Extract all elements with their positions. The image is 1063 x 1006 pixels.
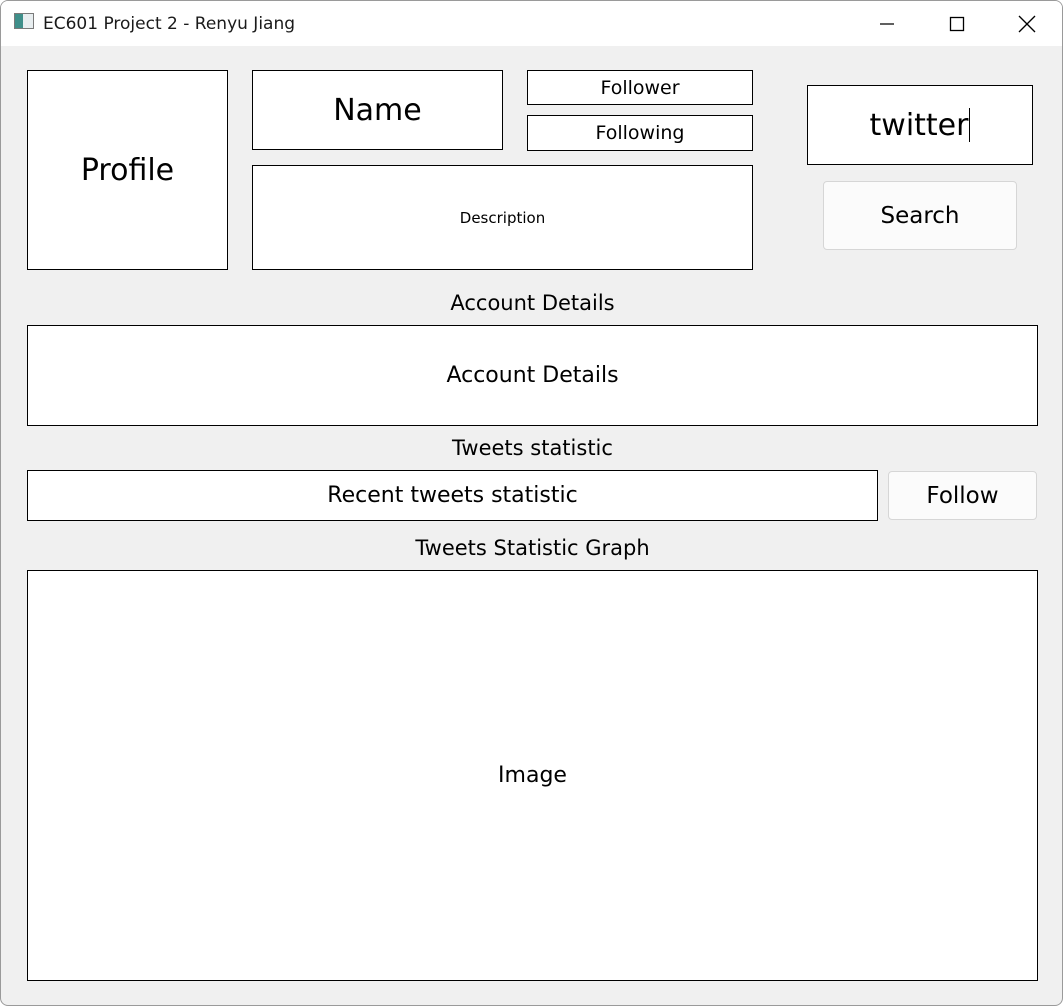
maximize-button[interactable]	[922, 1, 992, 46]
maximize-icon	[949, 16, 965, 31]
account-details-box: Account Details	[27, 325, 1038, 426]
text-caret	[969, 108, 971, 142]
tweets-graph-image: Image	[27, 570, 1038, 981]
profile-name: Name	[252, 70, 503, 150]
account-details-heading: Account Details	[450, 291, 615, 315]
minimize-button[interactable]	[852, 1, 922, 46]
profile-image: Profile	[27, 70, 228, 270]
profile-description: Description	[252, 165, 753, 270]
follow-button[interactable]: Follow	[888, 471, 1037, 520]
tweets-statistic-heading: Tweets statistic	[452, 436, 613, 460]
title-bar[interactable]: EC601 Project 2 - Renyu Jiang	[1, 1, 1062, 46]
close-button[interactable]	[992, 1, 1062, 46]
minimize-icon	[880, 22, 894, 25]
search-input-value: twitter	[869, 107, 969, 143]
app-icon	[14, 13, 34, 29]
recent-tweets-statistic: Recent tweets statistic	[27, 470, 878, 521]
app-window: EC601 Project 2 - Renyu Jiang Profile Na…	[0, 0, 1063, 1006]
close-icon	[1018, 15, 1036, 32]
tweets-graph-heading: Tweets Statistic Graph	[415, 536, 650, 560]
search-button[interactable]: Search	[823, 181, 1017, 250]
follower-count: Follower	[527, 70, 753, 105]
following-count: Following	[527, 115, 753, 151]
window-title: EC601 Project 2 - Renyu Jiang	[43, 14, 296, 34]
search-input[interactable]: twitter	[807, 85, 1033, 165]
